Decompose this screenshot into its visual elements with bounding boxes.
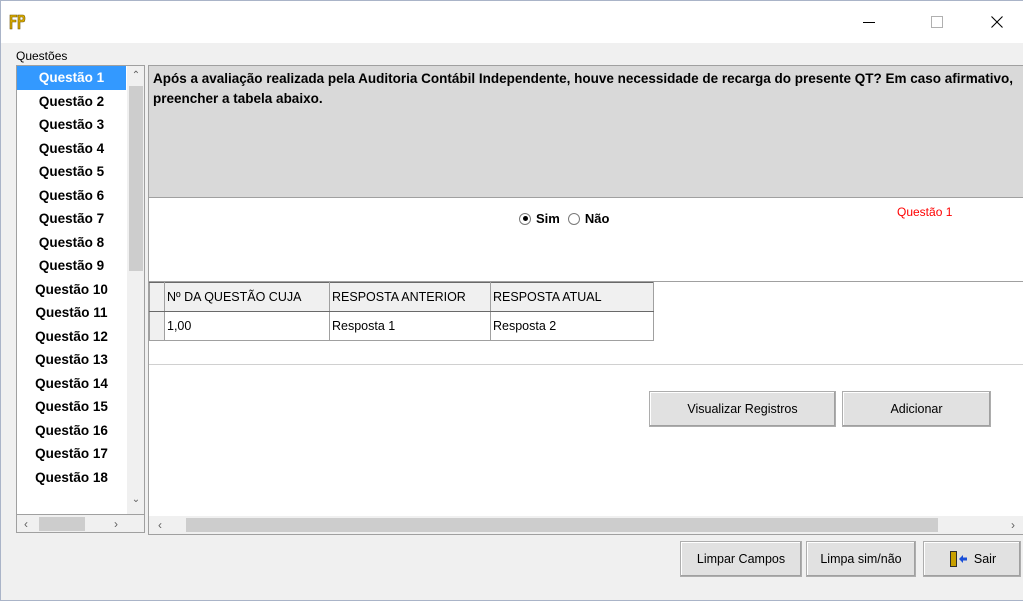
scrollbar-thumb[interactable]	[186, 518, 938, 532]
question-list-items: Questão 1 Questão 2 Questão 3 Questão 4 Ques…	[17, 66, 126, 489]
scroll-up-icon[interactable]: ⌃	[127, 70, 144, 81]
question-list-item[interactable]: Questão 6	[17, 184, 126, 208]
grid-cell[interactable]: Resposta 1	[329, 311, 491, 341]
add-button[interactable]: Adicionar	[842, 391, 991, 427]
radio-nao[interactable]	[567, 212, 580, 225]
question-list-item[interactable]: Questão 2	[17, 90, 126, 114]
exit-button[interactable]: Sair	[923, 541, 1021, 577]
question-list-item[interactable]: Questão 5	[17, 160, 126, 184]
scrollbar-thumb[interactable]	[129, 86, 143, 271]
question-list-item[interactable]: Questão 15	[17, 395, 126, 419]
question-list-item[interactable]: Questão 3	[17, 113, 126, 137]
scrollbar-thumb[interactable]	[39, 517, 85, 531]
question-list-item[interactable]: Questão 16	[17, 419, 126, 443]
question-text-panel: Após a avaliação realizada pela Auditori…	[149, 66, 1023, 198]
scroll-down-icon[interactable]: ⌄	[127, 494, 144, 505]
radio-sim[interactable]	[519, 212, 531, 225]
application-window: Questões Questão 1 Questão 2 Questão 3 Ques…	[0, 0, 1023, 601]
grid-cell[interactable]: 1,00	[164, 311, 330, 341]
radio-sim-label[interactable]: Sim	[536, 211, 560, 226]
row-indicator[interactable]	[149, 311, 165, 341]
current-question-tag: Questão 1	[897, 205, 953, 219]
question-list-item[interactable]: Questão 1	[17, 66, 126, 90]
exit-button-label: Sair	[973, 552, 997, 566]
question-list-item[interactable]: Questão 9	[17, 254, 126, 278]
question-list-item[interactable]: Questão 17	[17, 442, 126, 466]
question-list-item[interactable]: Questão 4	[17, 137, 126, 161]
question-list-item[interactable]: Questão 12	[17, 325, 126, 349]
scroll-right-icon[interactable]: ›	[107, 517, 125, 531]
question-list-item[interactable]: Questão 14	[17, 372, 126, 396]
answers-grid: Nº DA QUESTÃO CUJA RESPOSTA ANTERIOR RES…	[149, 282, 654, 341]
question-list-item[interactable]: Questão 7	[17, 207, 126, 231]
question-list-item[interactable]: Questão 13	[17, 348, 126, 372]
question-list-vertical-scrollbar[interactable]: ⌃ ⌄	[127, 66, 144, 514]
grid-cell[interactable]: Resposta 2	[490, 311, 654, 341]
answer-radio-group: Sim Não	[519, 211, 617, 226]
grid-corner-cell	[149, 282, 165, 312]
grid-header-row: Nº DA QUESTÃO CUJA RESPOSTA ANTERIOR RES…	[149, 282, 654, 312]
question-list-item[interactable]: Questão 10	[17, 278, 126, 302]
maximize-button[interactable]	[914, 1, 960, 43]
main-horizontal-scrollbar[interactable]: ‹ ›	[149, 516, 1023, 534]
close-button[interactable]	[974, 1, 1020, 43]
grid-header-previous-answer[interactable]: RESPOSTA ANTERIOR	[329, 282, 491, 312]
minimize-icon	[863, 22, 875, 23]
minimize-button[interactable]	[846, 1, 892, 43]
close-icon	[991, 16, 1003, 28]
question-detail-panel: Após a avaliação realizada pela Auditori…	[148, 65, 1023, 535]
question-list-item[interactable]: Questão 18	[17, 466, 126, 490]
question-list[interactable]: Questão 1 Questão 2 Questão 3 Questão 4 Ques…	[16, 65, 145, 515]
scroll-right-icon[interactable]: ›	[1004, 518, 1022, 532]
scroll-left-icon[interactable]: ‹	[17, 517, 35, 531]
maximize-icon	[931, 16, 943, 28]
title-bar[interactable]	[1, 1, 1023, 43]
questions-group-label: Questões	[16, 49, 68, 63]
answers-grid-area: Nº DA QUESTÃO CUJA RESPOSTA ANTERIOR RES…	[149, 281, 1023, 365]
table-row[interactable]: 1,00 Resposta 1 Resposta 2	[149, 311, 654, 341]
radio-nao-label[interactable]: Não	[585, 211, 610, 226]
clear-yes-no-button[interactable]: Limpa sim/não	[806, 541, 916, 577]
clear-fields-button[interactable]: Limpar Campos	[680, 541, 802, 577]
question-list-item[interactable]: Questão 11	[17, 301, 126, 325]
grid-header-question-number[interactable]: Nº DA QUESTÃO CUJA	[164, 282, 330, 312]
grid-header-current-answer[interactable]: RESPOSTA ATUAL	[490, 282, 654, 312]
question-list-horizontal-scrollbar[interactable]: ‹ ›	[16, 515, 145, 533]
fp-logo-icon	[8, 13, 26, 31]
scroll-left-icon[interactable]: ‹	[151, 518, 169, 532]
exit-door-icon	[949, 551, 967, 567]
question-list-item[interactable]: Questão 8	[17, 231, 126, 255]
question-text: Após a avaliação realizada pela Auditori…	[153, 71, 1014, 106]
view-records-button[interactable]: Visualizar Registros	[649, 391, 836, 427]
